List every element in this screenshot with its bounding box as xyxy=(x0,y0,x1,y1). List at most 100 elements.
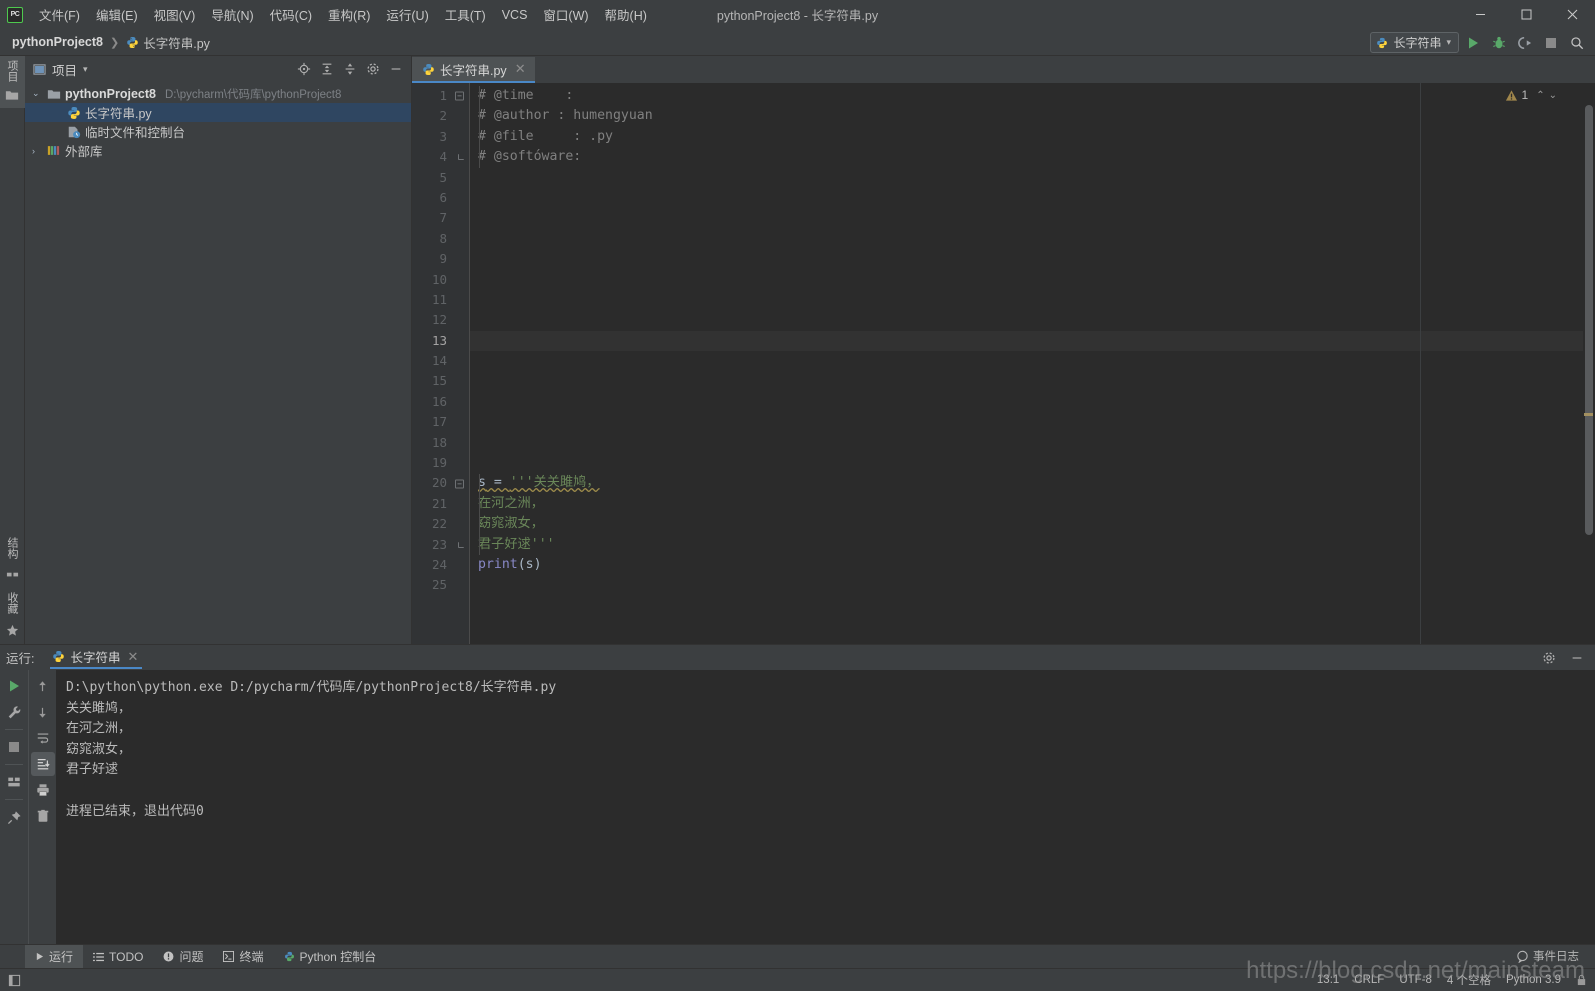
menu-code[interactable]: 代码(C) xyxy=(262,1,320,28)
code-line-22[interactable]: 窈窕淑女， xyxy=(470,514,1583,534)
hide-panel-icon[interactable] xyxy=(385,58,407,80)
code-line-4[interactable]: # @softóware: xyxy=(470,147,1583,167)
event-log-button[interactable]: 事件日志 xyxy=(1516,948,1579,964)
gutter-line-13[interactable]: 13 xyxy=(412,331,469,351)
bottom-tab-problems[interactable]: 问题 xyxy=(153,945,213,969)
gutter-line-8[interactable]: 8 xyxy=(412,229,469,249)
locate-file-icon[interactable] xyxy=(293,58,315,80)
tree-row-scratches[interactable]: 临时文件和控制台 xyxy=(25,122,411,141)
gutter-line-22[interactable]: 22 xyxy=(412,514,469,534)
gutter-line-15[interactable]: 15 xyxy=(412,371,469,391)
run-configuration-selector[interactable]: 长字符串 ▾ xyxy=(1370,32,1459,53)
close-button[interactable] xyxy=(1549,0,1595,29)
settings-gear-icon[interactable] xyxy=(362,58,384,80)
gutter-line-2[interactable]: 2 xyxy=(412,106,469,126)
inspection-status[interactable]: 1 ⌃ ⌄ xyxy=(1505,88,1557,102)
bottom-tab-todo[interactable]: TODO xyxy=(83,945,153,969)
sidebar-item-structure[interactable]: 结构 xyxy=(4,533,20,563)
bottom-tab-terminal[interactable]: 终端 xyxy=(213,945,273,969)
code-line-5[interactable] xyxy=(470,168,1583,188)
project-chevron-down-icon[interactable]: ▾ xyxy=(83,64,88,75)
code-line-2[interactable]: # @author : humengyuan xyxy=(470,106,1583,126)
menu-run[interactable]: 运行(U) xyxy=(378,1,436,28)
code-line-15[interactable] xyxy=(470,371,1583,391)
code-line-1[interactable]: # @time : xyxy=(470,86,1583,106)
code-line-10[interactable] xyxy=(470,270,1583,290)
editor-tab-close-icon[interactable]: ✕ xyxy=(512,61,529,77)
lock-icon[interactable] xyxy=(1576,974,1587,986)
bottom-tab-python-console[interactable]: Python 控制台 xyxy=(274,945,387,969)
warning-marker[interactable] xyxy=(1584,413,1593,416)
soft-wrap-icon[interactable] xyxy=(31,726,55,750)
file-encoding[interactable]: UTF-8 xyxy=(1399,974,1432,986)
menu-vcs[interactable]: VCS xyxy=(494,4,536,26)
hide-run-window-icon[interactable] xyxy=(1565,646,1589,670)
stop-process-button[interactable] xyxy=(2,735,26,759)
code-line-13[interactable] xyxy=(470,330,1583,352)
star-icon[interactable] xyxy=(6,624,19,640)
menu-edit[interactable]: 编辑(E) xyxy=(88,1,146,28)
menu-window[interactable]: 窗口(W) xyxy=(535,1,596,28)
gutter-line-20[interactable]: 20− xyxy=(412,473,469,493)
gutter-line-16[interactable]: 16 xyxy=(412,392,469,412)
debug-button[interactable] xyxy=(1487,32,1511,54)
menu-refactor[interactable]: 重构(R) xyxy=(320,1,378,28)
editor-code[interactable]: # @time : # @author : humengyuan # @file :… xyxy=(469,83,1583,644)
down-the-stack-trace-icon[interactable] xyxy=(31,700,55,724)
tree-row-python-file[interactable]: 长字符串.py xyxy=(25,103,411,122)
gutter-line-9[interactable]: 9 xyxy=(412,249,469,269)
chevron-collapsed-icon[interactable]: › xyxy=(32,146,43,156)
gutter-line-14[interactable]: 14 xyxy=(412,351,469,371)
menu-navigate[interactable]: 导航(N) xyxy=(203,1,261,28)
prev-problem-icon[interactable]: ⌃ xyxy=(1532,90,1544,101)
code-line-16[interactable] xyxy=(470,392,1583,412)
breadcrumb-project[interactable]: pythonProject8 xyxy=(12,35,103,49)
run-button[interactable] xyxy=(1461,32,1485,54)
python-interpreter[interactable]: Python 3.9 xyxy=(1506,974,1561,986)
code-line-20[interactable]: s = '''关关雎鸠， xyxy=(470,473,1583,493)
code-line-14[interactable] xyxy=(470,351,1583,371)
window-layout-icon[interactable] xyxy=(8,974,21,987)
run-tab[interactable]: 长字符串 ✕ xyxy=(50,646,143,669)
scroll-to-end-icon[interactable] xyxy=(30,752,55,776)
run-settings-gear-icon[interactable] xyxy=(1537,646,1561,670)
search-icon[interactable] xyxy=(1565,32,1589,54)
folder-icon[interactable] xyxy=(5,86,19,104)
gutter-line-7[interactable]: 7 xyxy=(412,208,469,228)
rerun-button[interactable] xyxy=(2,674,26,698)
code-line-9[interactable] xyxy=(470,249,1583,269)
tree-row-project-root[interactable]: ⌄ pythonProject8 D:\pycharm\代码库\pythonPr… xyxy=(25,84,411,103)
gutter-line-23[interactable]: 23 xyxy=(412,535,469,555)
sidebar-item-favorites[interactable]: 收藏 xyxy=(4,588,20,618)
console-output[interactable]: D:\python\python.exe D:/pycharm/代码库/pyth… xyxy=(56,670,1595,944)
expand-all-icon[interactable] xyxy=(316,58,338,80)
fold-end-icon[interactable] xyxy=(458,541,464,548)
code-line-8[interactable] xyxy=(470,229,1583,249)
scrollbar-thumb[interactable] xyxy=(1585,105,1593,535)
pin-tab-icon[interactable] xyxy=(2,805,26,829)
editor-scrollbar[interactable] xyxy=(1583,83,1595,644)
gutter-line-3[interactable]: 3 xyxy=(412,127,469,147)
edit-configuration-icon[interactable] xyxy=(2,700,26,724)
gutter-line-24[interactable]: 24 xyxy=(412,555,469,575)
gutter-line-17[interactable]: 17 xyxy=(412,412,469,432)
menu-view[interactable]: 视图(V) xyxy=(146,1,204,28)
editor-gutter[interactable]: 1−2 3 4 5 6 7 8 9 10 11 12 13 14 15 16 17 18 19 20−21 22 23 2… xyxy=(412,83,469,644)
up-the-stack-trace-icon[interactable] xyxy=(31,674,55,698)
next-problem-icon[interactable]: ⌄ xyxy=(1549,90,1557,101)
print-icon[interactable] xyxy=(31,778,55,802)
gutter-line-12[interactable]: 12 xyxy=(412,310,469,330)
gutter-line-25[interactable]: 25 xyxy=(412,575,469,595)
breadcrumb-file[interactable]: 长字符串.py xyxy=(126,33,210,52)
stop-button[interactable] xyxy=(1539,32,1563,54)
line-separator[interactable]: CRLF xyxy=(1354,974,1384,986)
tree-row-external-libraries[interactable]: › 外部库 xyxy=(25,141,411,160)
code-line-21[interactable]: 在河之洲， xyxy=(470,494,1583,514)
code-line-17[interactable] xyxy=(470,412,1583,432)
gutter-line-5[interactable]: 5 xyxy=(412,168,469,188)
code-line-25[interactable] xyxy=(470,575,1583,595)
run-tab-close-icon[interactable]: ✕ xyxy=(128,649,139,665)
code-line-19[interactable] xyxy=(470,453,1583,473)
gutter-line-4[interactable]: 4 xyxy=(412,147,469,167)
minimize-button[interactable] xyxy=(1457,0,1503,29)
